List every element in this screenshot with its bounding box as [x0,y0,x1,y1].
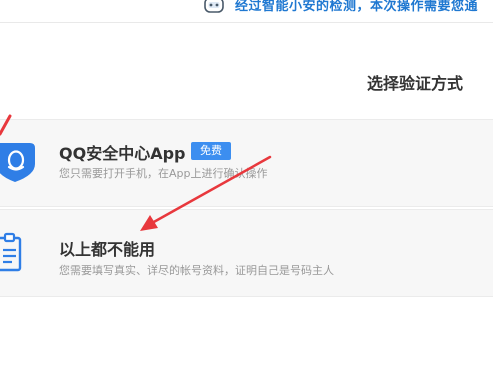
option-title: 以上都不能用 [59,240,156,259]
option-description: 您需要填写真实、详尽的帐号资料，证明自己是号码主人 [59,264,334,277]
qq-shield-icon [0,140,40,184]
free-badge: 免费 [191,142,231,160]
section-title: 选择验证方式 [366,74,463,93]
top-banner: 经过智能小安的检测，本次操作需要您通 [0,0,493,22]
option-description: 您只需要打开手机，在App上进行确认操作 [59,167,268,180]
option-none-available[interactable]: 以上都不能用 您需要填写真实、详尽的帐号资料，证明自己是号码主人 [0,209,493,297]
banner-text: 经过智能小安的检测，本次操作需要您通 [235,0,479,14]
option-title: QQ安全中心App [59,144,186,163]
banner-divider [0,22,493,23]
clipboard-icon [0,232,40,276]
option-qq-security-app[interactable]: QQ安全中心App 免费 您只需要打开手机，在App上进行确认操作 [0,119,493,207]
robot-icon [203,0,225,16]
